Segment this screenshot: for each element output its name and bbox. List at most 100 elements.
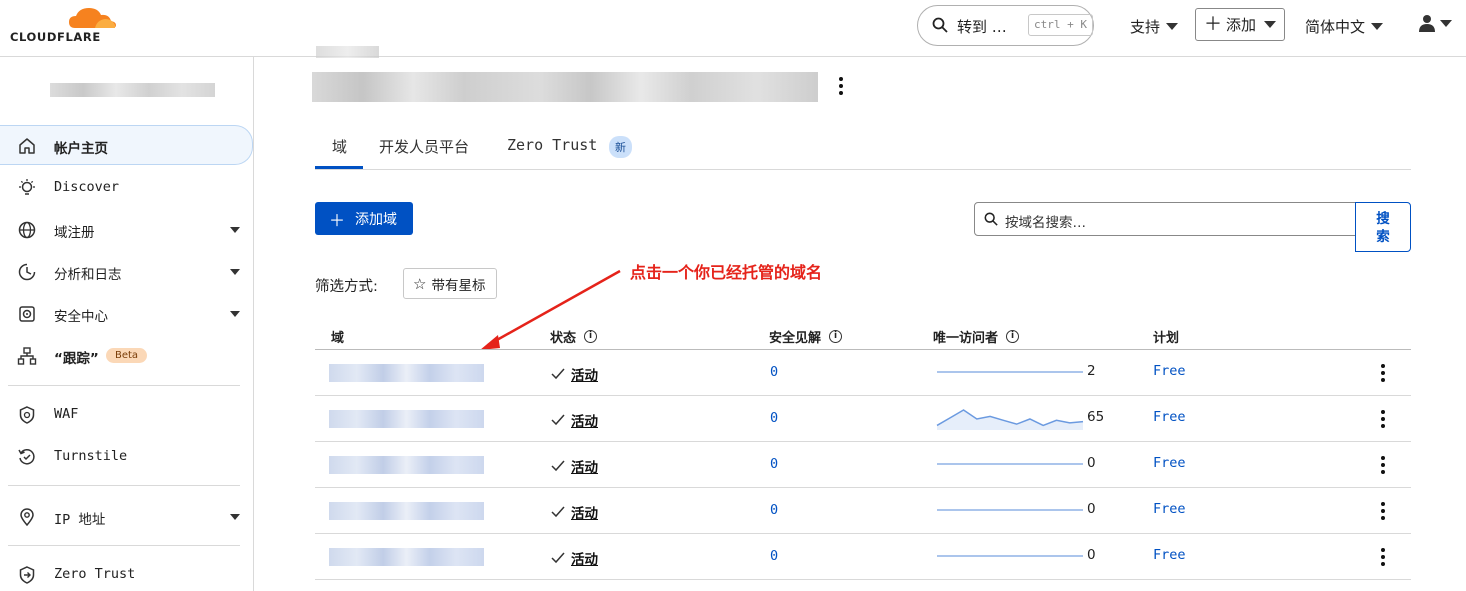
column-header-plan[interactable]: 计划 bbox=[1153, 327, 1179, 346]
info-icon[interactable]: i bbox=[1006, 330, 1020, 343]
table-row[interactable]: 活动 0 0 Free bbox=[315, 534, 1411, 580]
table-row[interactable]: 活动 0 2 Free bbox=[315, 350, 1411, 396]
shortcut-hint: ctrl + K bbox=[1028, 14, 1093, 36]
chevron-down-icon bbox=[230, 311, 240, 317]
visitors-count: 0 bbox=[1087, 501, 1096, 517]
support-menu[interactable]: 支持 bbox=[1130, 16, 1179, 37]
plan-link[interactable]: Free bbox=[1153, 455, 1186, 471]
visitors-sparkline bbox=[937, 463, 1083, 465]
check-icon bbox=[551, 368, 565, 380]
home-icon bbox=[19, 138, 35, 154]
sitemap-icon bbox=[17, 347, 37, 365]
domain-name-redacted[interactable] bbox=[329, 456, 484, 474]
column-header-security[interactable]: 安全见解 i bbox=[769, 327, 843, 346]
add-label: 添加 bbox=[1226, 16, 1257, 34]
chevron-down-icon bbox=[230, 269, 240, 275]
plan-link[interactable]: Free bbox=[1153, 501, 1186, 517]
info-icon[interactable]: i bbox=[829, 330, 843, 343]
sidebar-item-discover[interactable]: Discover bbox=[0, 168, 253, 208]
security-insights-link[interactable]: 0 bbox=[770, 410, 778, 426]
row-more-icon[interactable] bbox=[1381, 548, 1385, 569]
language-label: 简体中文 bbox=[1305, 18, 1366, 36]
goto-label: 转到 … bbox=[957, 18, 1007, 36]
cloudflare-logo[interactable]: CLOUDFLARE bbox=[10, 4, 120, 44]
sidebar-item-label: 安全中心 bbox=[54, 309, 108, 325]
table-row[interactable]: 活动 0 0 Free bbox=[315, 488, 1411, 534]
row-more-icon[interactable] bbox=[1381, 502, 1385, 523]
domain-name-redacted[interactable] bbox=[329, 364, 484, 382]
plus-icon: ＋ bbox=[1204, 13, 1222, 35]
lightbulb-icon bbox=[19, 179, 35, 195]
status-cell: 活动 bbox=[551, 502, 598, 522]
check-icon bbox=[551, 506, 565, 518]
column-header-visitors[interactable]: 唯一访问者 i bbox=[933, 327, 1020, 346]
top-bar: CLOUDFLARE 转到 … ctrl + K 支持 ＋ 添加 简体中文 bbox=[0, 0, 1466, 57]
user-menu[interactable] bbox=[1418, 14, 1452, 32]
sidebar-divider bbox=[8, 485, 240, 486]
new-badge: 新 bbox=[609, 136, 632, 158]
search-button[interactable]: 搜索 bbox=[1355, 202, 1411, 252]
security-insights-link[interactable]: 0 bbox=[770, 548, 778, 564]
row-more-icon[interactable] bbox=[1381, 364, 1385, 385]
filter-label: 筛选方式: bbox=[315, 279, 378, 295]
goto-search[interactable]: 转到 … ctrl + K bbox=[917, 5, 1094, 46]
status-link[interactable]: 活动 bbox=[571, 456, 598, 476]
status-link[interactable]: 活动 bbox=[571, 364, 598, 384]
info-icon[interactable]: i bbox=[584, 330, 598, 343]
sidebar-item-analytics-logs[interactable]: 分析和日志 bbox=[0, 252, 253, 292]
status-link[interactable]: 活动 bbox=[571, 502, 598, 522]
add-menu-button[interactable]: ＋ 添加 bbox=[1195, 8, 1285, 41]
sidebar-item-zero-trust[interactable]: Zero Trust bbox=[0, 555, 253, 591]
tab-domains[interactable]: 域 bbox=[332, 136, 347, 157]
sidebar-divider bbox=[8, 385, 240, 386]
add-domain-button[interactable]: ＋ 添加域 bbox=[315, 202, 413, 235]
language-menu[interactable]: 简体中文 bbox=[1305, 16, 1384, 37]
check-icon bbox=[551, 414, 565, 426]
sidebar-item-ip-address[interactable]: IP 地址 bbox=[0, 497, 253, 537]
search-placeholder: 按域名搜索… bbox=[1005, 215, 1086, 231]
sidebar-item-account-home[interactable]: 帐户主页 bbox=[0, 125, 253, 165]
chevron-down-icon bbox=[1166, 23, 1179, 30]
domain-name-redacted[interactable] bbox=[329, 502, 484, 520]
sidebar-item-security-center[interactable]: 安全中心 bbox=[0, 294, 253, 334]
table-row[interactable]: 活动 0 0 Free bbox=[315, 442, 1411, 488]
sidebar-item-label: WAF bbox=[54, 406, 79, 422]
security-insights-link[interactable]: 0 bbox=[770, 364, 778, 380]
turnstile-icon bbox=[18, 449, 35, 465]
domain-search-input[interactable]: 按域名搜索… bbox=[974, 202, 1356, 236]
sidebar-item-waf[interactable]: WAF bbox=[0, 395, 253, 435]
plan-link[interactable]: Free bbox=[1153, 363, 1186, 379]
column-header-status[interactable]: 状态 i bbox=[550, 327, 598, 346]
status-cell: 活动 bbox=[551, 456, 598, 476]
sidebar-item-label: Turnstile bbox=[54, 448, 128, 464]
main-tabs: 域 开发人员平台 Zero Trust 新 bbox=[315, 128, 1411, 170]
domain-name-redacted[interactable] bbox=[329, 410, 484, 428]
sidebar-item-label: 帐户主页 bbox=[54, 141, 108, 157]
row-more-icon[interactable] bbox=[1381, 456, 1385, 477]
status-link[interactable]: 活动 bbox=[571, 548, 598, 568]
star-icon: ☆ bbox=[413, 274, 427, 293]
tab-zero-trust[interactable]: Zero Trust bbox=[507, 136, 597, 154]
column-header-domain[interactable]: 域 bbox=[331, 327, 344, 346]
chevron-down-icon bbox=[1371, 23, 1384, 30]
account-more-icon[interactable] bbox=[839, 77, 843, 98]
visitors-count: 0 bbox=[1087, 547, 1096, 563]
sidebar-item-trace[interactable]: “跟踪” Beta bbox=[0, 336, 253, 376]
sidebar-item-turnstile[interactable]: Turnstile bbox=[0, 437, 253, 477]
column-header-label: 唯一访问者 bbox=[933, 331, 999, 346]
status-cell: 活动 bbox=[551, 548, 598, 568]
domain-name-redacted[interactable] bbox=[329, 548, 484, 566]
plan-link[interactable]: Free bbox=[1153, 547, 1186, 563]
visitors-sparkline bbox=[936, 409, 1084, 430]
sidebar-item-domain-registration[interactable]: 域注册 bbox=[0, 210, 253, 250]
chart-clock-icon bbox=[18, 263, 36, 281]
security-insights-link[interactable]: 0 bbox=[770, 456, 778, 472]
beta-badge: Beta bbox=[106, 348, 148, 363]
table-row[interactable]: 活动 0 65 Free bbox=[315, 396, 1411, 442]
security-insights-link[interactable]: 0 bbox=[770, 502, 778, 518]
tab-developer-platform[interactable]: 开发人员平台 bbox=[379, 136, 469, 157]
sidebar-item-label: Discover bbox=[54, 179, 120, 195]
plan-link[interactable]: Free bbox=[1153, 409, 1186, 425]
status-link[interactable]: 活动 bbox=[571, 410, 598, 430]
row-more-icon[interactable] bbox=[1381, 410, 1385, 431]
